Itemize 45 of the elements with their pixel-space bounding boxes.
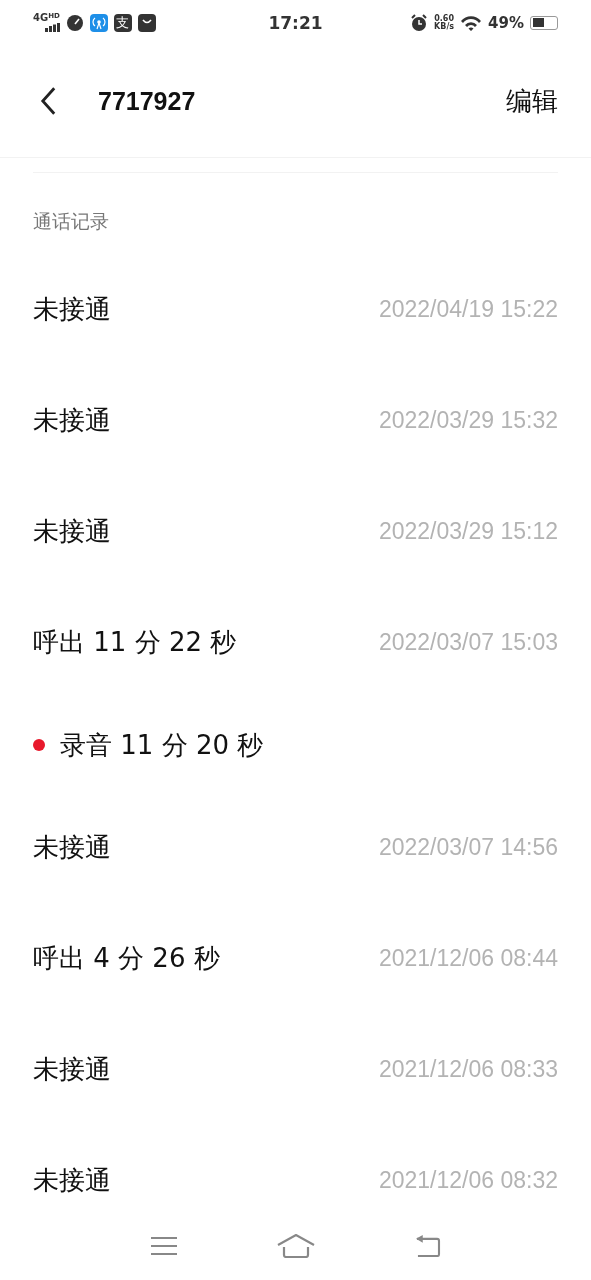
signal-icon [44, 23, 60, 32]
edit-button[interactable]: 编辑 [506, 83, 558, 119]
chevron-left-icon [40, 87, 57, 115]
call-status: 未接通 [33, 404, 111, 437]
call-log-row[interactable]: 未接通 2022/03/07 14:56 [0, 792, 591, 903]
network-label: 4G [33, 13, 49, 23]
battery-percent: 49% [488, 13, 524, 32]
call-log-row[interactable]: 未接通 2021/12/06 08:33 [0, 1014, 591, 1125]
call-time: 2022/03/29 15:12 [378, 518, 558, 545]
call-time: 2022/04/19 15:22 [378, 296, 558, 323]
call-status: 未接通 [33, 293, 111, 326]
call-log-row[interactable]: 呼出 4 分 26 秒 2021/12/06 08:44 [0, 903, 591, 1014]
call-status: 未接通 [33, 515, 111, 548]
call-time: 2021/12/06 08:33 [378, 1056, 558, 1083]
recording-row[interactable]: 录音 11 分 20 秒 [0, 698, 591, 792]
wifi-icon [460, 14, 483, 31]
call-status: 未接通 [33, 831, 111, 864]
bag-icon [137, 13, 156, 32]
speed-value: 0.60 [434, 14, 454, 23]
call-log-row[interactable]: 未接通 2021/12/06 08:32 [0, 1125, 591, 1236]
battery-icon [530, 15, 558, 30]
call-log-row[interactable]: 未接通 2022/04/19 15:22 [0, 254, 591, 365]
call-time: 2021/12/06 08:44 [378, 945, 558, 972]
call-log-row[interactable]: 未接通 2022/03/29 15:32 [0, 365, 591, 476]
call-status: 未接通 [33, 1164, 111, 1197]
call-log-row[interactable]: 未接通 2022/03/29 15:12 [0, 476, 591, 587]
call-status: 呼出 11 分 22 秒 [33, 626, 237, 659]
speed-unit: KB/s [434, 22, 455, 31]
call-status: 未接通 [33, 1053, 111, 1086]
call-time: 2022/03/07 15:03 [378, 629, 558, 656]
call-status: 呼出 4 分 26 秒 [33, 942, 220, 975]
call-time: 2021/12/06 08:32 [378, 1167, 558, 1194]
home-icon [276, 1234, 315, 1258]
section-title: 通话记录 [32, 209, 110, 234]
call-time: 2022/03/07 14:56 [378, 834, 558, 861]
signal-tower-icon [89, 13, 108, 32]
gauge-icon [65, 13, 84, 32]
app-badge: 支 [113, 13, 132, 32]
call-log-row[interactable]: 呼出 11 分 22 秒 2022/03/07 15:03 [0, 587, 591, 698]
clock-time: 17:21 [267, 12, 324, 33]
menu-icon [149, 1235, 178, 1257]
call-time: 2022/03/29 15:32 [378, 407, 558, 434]
alarm-icon [410, 13, 429, 32]
contact-number: 7717927 [98, 86, 197, 116]
recording-duration: 录音 11 分 20 秒 [60, 728, 264, 762]
